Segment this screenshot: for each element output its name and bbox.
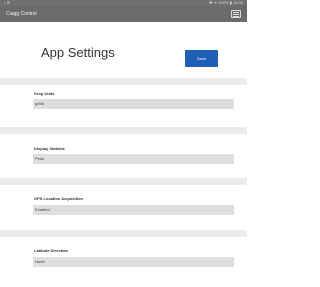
display-statistic-select[interactable]: Peak [33,154,234,164]
page-title: App Settings [41,45,115,60]
drop-units-label: Drop Units [34,91,55,96]
section-divider [0,230,247,237]
menu-icon [233,12,239,17]
setting-drop-units: Drop Units g/Mix [0,85,247,127]
section-divider [0,178,247,185]
setting-latitude-direction: Latitude Direction North [0,237,247,287]
app-bar-title: Ciagg Control [6,11,37,17]
drop-units-select[interactable]: g/Mix [33,99,234,109]
settings-header: App Settings Save [0,22,247,78]
latitude-direction-select[interactable]: North [33,257,234,267]
gps-location-label: GPS Location Acquisition [34,196,83,201]
gps-location-select[interactable]: Enabled [33,205,234,215]
setting-display-statistic: Display Statistic Peak [0,134,247,176]
display-statistic-label: Display Statistic [34,146,65,151]
app-bar: Ciagg Control [0,6,247,22]
latitude-direction-label: Latitude Direction [34,248,69,253]
menu-button[interactable] [231,10,241,18]
section-divider [0,127,247,134]
setting-gps-location: GPS Location Acquisition Enabled [0,185,247,230]
section-divider [0,78,247,85]
save-button[interactable]: Save [185,50,218,67]
